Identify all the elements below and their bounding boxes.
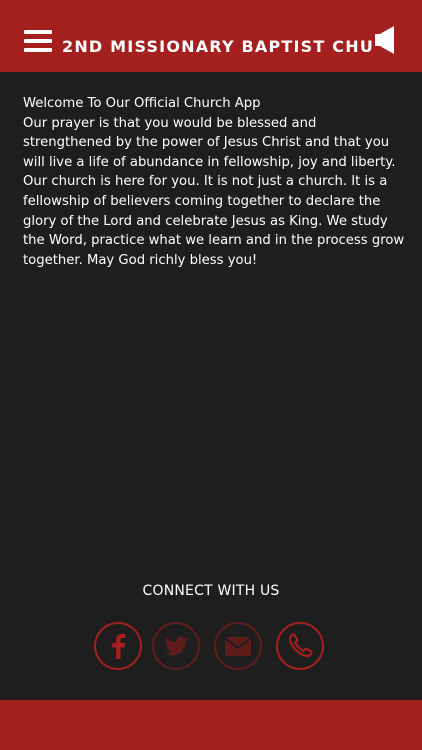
connect-label: CONNECT WITH US: [142, 583, 280, 599]
twitter-button[interactable]: [152, 622, 200, 670]
header-title: 2ND MISSIONARY BAPTIST CHURCH: [62, 37, 372, 56]
speaker-icon[interactable]: [372, 24, 396, 56]
twitter-icon: [165, 636, 188, 656]
phone-button[interactable]: [276, 622, 324, 670]
app-header: 2ND MISSIONARY BAPTIST CHURCH: [0, 0, 422, 72]
welcome-heading: Welcome To Our Official Church App: [23, 96, 261, 111]
welcome-body: Our prayer is that you would be blessed …: [23, 115, 405, 268]
hamburger-menu-icon[interactable]: [24, 30, 52, 52]
envelope-icon: [224, 637, 252, 656]
bottom-bar: [0, 700, 422, 750]
facebook-button[interactable]: [94, 622, 142, 670]
welcome-content: Welcome To Our Official Church App Our p…: [23, 94, 405, 270]
phone-icon: [288, 633, 313, 658]
facebook-icon: [112, 633, 126, 659]
header-title-container: 2ND MISSIONARY BAPTIST CHURCH: [60, 0, 372, 72]
email-button[interactable]: [214, 622, 262, 670]
